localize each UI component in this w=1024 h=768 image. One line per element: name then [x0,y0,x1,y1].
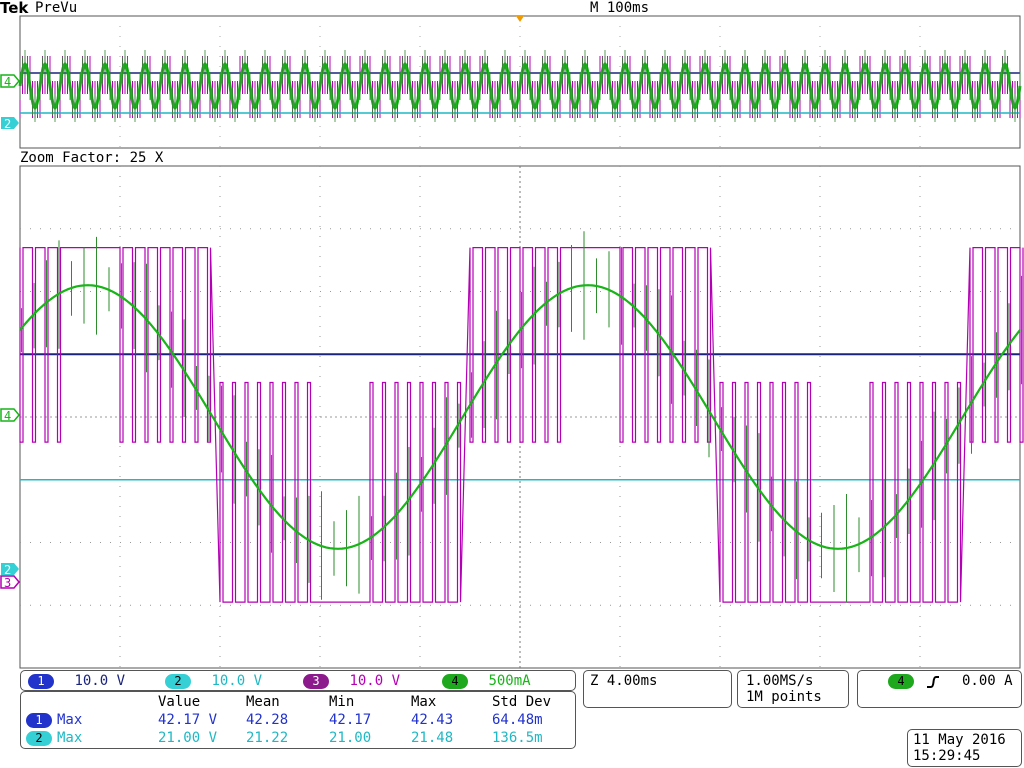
sample-rate: 1.00MS/s [746,673,814,689]
measurement-header-value: Value [158,694,201,710]
measurement-type: Max [57,730,83,746]
ch3-scale-value: 10.0 V [349,673,401,689]
timebase-label[interactable]: M 100ms [590,0,649,16]
ch2-scale[interactable]: 2 10.0 V [165,673,262,689]
ch2-marker-zoom[interactable]: 2 [1,563,19,577]
measurement-max: 21.48 [411,730,454,746]
ch2-scale-value: 10.0 V [211,673,263,689]
ch1-scale[interactable]: 1 10.0 V [28,673,125,689]
rising-edge-icon [927,676,939,688]
channel-scale-bar: 1 10.0 V 2 10.0 V 3 10.0 V 4 500mA [20,670,576,691]
prevu-label: PreVu [35,0,78,16]
ch4-scale-value: 500mA [488,673,531,689]
measurement-type: Max [57,712,83,728]
measurement-header-stddev: Std Dev [492,694,552,710]
acquisition-box[interactable]: 1.00MS/s 1M points [737,670,849,708]
ch3-badge: 3 [303,674,329,689]
ch4-badge: 4 [442,674,468,689]
ch2-measurement-badge: 2 [26,731,52,746]
record-length: 1M points [746,689,822,705]
ch2-marker-overview[interactable]: 2 [1,117,19,131]
ch3-scale[interactable]: 3 10.0 V [303,673,400,689]
ch1-scale-value: 10.0 V [74,673,126,689]
trigger-level: 0.00 A [962,673,1013,689]
ch3-marker-label: 3 [4,576,11,590]
measurement-min: 42.17 [329,712,372,728]
ch4-marker-label: 4 [4,409,11,423]
measurement-value: 21.00 V [158,730,218,746]
time-label: 15:29:45 [913,748,981,764]
ch2-badge: 2 [165,674,191,689]
brand-logo: Tek [0,0,29,17]
measurement-min: 21.00 [329,730,372,746]
measurement-header-min: Min [329,694,355,710]
ch4-scale[interactable]: 4 500mA [442,673,531,689]
measurement-stddev: 136.5m [492,730,543,746]
date-label: 11 May 2016 [913,732,1006,748]
trigger-box[interactable]: 4 0.00 A [857,670,1022,708]
zoom-timebase-box[interactable]: Z 4.00ms [583,670,732,708]
measurement-mean: 21.22 [246,730,289,746]
datetime-box: 11 May 2016 15:29:45 [907,729,1022,767]
trigger-source-badge: 4 [888,674,914,689]
measurement-mean: 42.28 [246,712,289,728]
measurement-value: 42.17 V [158,712,218,728]
ch4-marker-overview[interactable]: 4 [0,74,20,89]
oscilloscope-screen: 4 2 4 2 3 [0,15,1024,669]
measurement-max: 42.43 [411,712,454,728]
measurement-stddev: 64.48m [492,712,543,728]
ch2-marker-label: 2 [4,563,11,577]
ch4-marker-zoom[interactable]: 4 [0,408,20,423]
measurement-header-max: Max [411,694,437,710]
ch4-marker-label: 4 [4,75,11,89]
ch1-badge: 1 [28,674,54,689]
measurement-header-mean: Mean [246,694,280,710]
zoom-factor-label: Zoom Factor: 25 X [20,150,164,166]
ch2-marker-label: 2 [4,117,11,131]
zoom-timebase-value: Z 4.00ms [590,673,658,689]
ch3-marker-zoom[interactable]: 3 [0,575,20,590]
ch1-measurement-badge: 1 [26,713,52,728]
